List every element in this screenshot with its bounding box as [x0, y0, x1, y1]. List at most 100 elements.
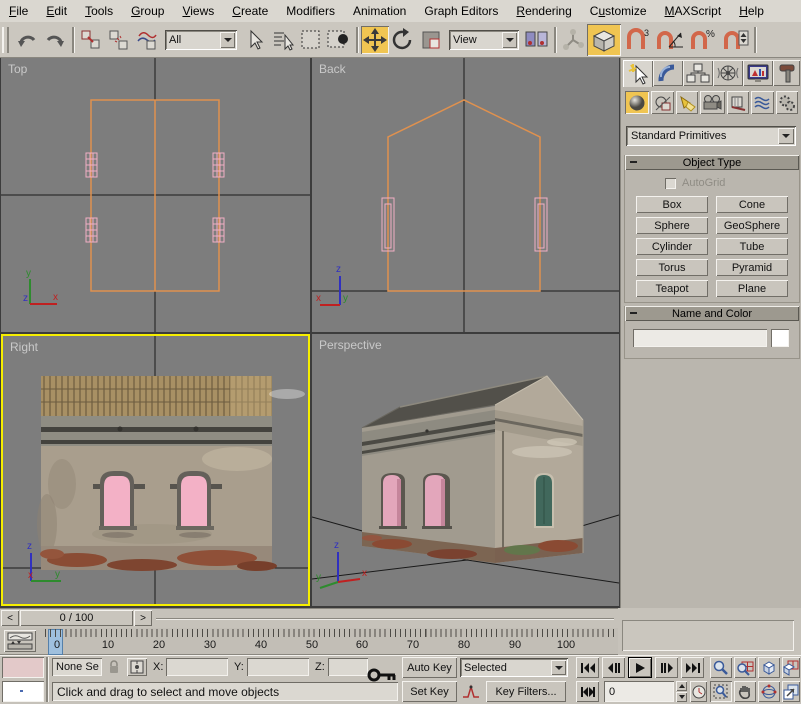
- cylinder-button[interactable]: Cylinder: [636, 238, 708, 255]
- spinner-snap-button[interactable]: [721, 26, 751, 54]
- tab-utilities[interactable]: [773, 60, 800, 86]
- redo-button[interactable]: [41, 26, 69, 54]
- zoom-button[interactable]: [710, 657, 732, 678]
- toolbar-grip[interactable]: [2, 27, 9, 53]
- key-filters-button[interactable]: Key Filters...: [486, 681, 566, 702]
- bind-spacewarp-button[interactable]: [133, 26, 161, 54]
- go-to-end-button[interactable]: [681, 657, 704, 678]
- category-spacewarps[interactable]: [751, 91, 773, 114]
- menu-tools[interactable]: Tools: [76, 1, 122, 22]
- object-color-swatch[interactable]: [771, 329, 789, 347]
- geosphere-button[interactable]: GeoSphere: [716, 217, 788, 234]
- box-button[interactable]: Box: [636, 196, 708, 213]
- dropdown-arrow-button[interactable]: [778, 128, 794, 144]
- menu-graph-editors[interactable]: Graph Editors: [415, 1, 507, 22]
- tab-hierarchy[interactable]: [683, 60, 713, 86]
- category-shapes[interactable]: [651, 91, 673, 114]
- category-lights[interactable]: [676, 91, 698, 114]
- selection-filter-dropdown[interactable]: All: [165, 30, 237, 50]
- set-key-button[interactable]: Set Key: [402, 681, 457, 702]
- track-bar[interactable]: 0 10 20 30 40 50 60 70 80 90 100: [0, 628, 618, 655]
- zoom-all-button[interactable]: [734, 657, 756, 678]
- menu-edit[interactable]: Edit: [37, 1, 76, 22]
- object-type-header[interactable]: Object Type: [625, 155, 799, 170]
- autogrid-checkbox[interactable]: [665, 178, 676, 189]
- x-coord-field[interactable]: [166, 658, 228, 676]
- unlink-button[interactable]: [105, 26, 133, 54]
- tab-display[interactable]: [743, 60, 773, 86]
- menu-rendering[interactable]: Rendering: [507, 1, 580, 22]
- teapot-button[interactable]: Teapot: [636, 280, 708, 297]
- listener-pane[interactable]: [2, 681, 44, 702]
- torus-button[interactable]: Torus: [636, 259, 708, 276]
- min-max-toggle-button[interactable]: [782, 681, 800, 702]
- link-button[interactable]: [77, 26, 105, 54]
- select-rotate-button[interactable]: [389, 26, 417, 54]
- rect-selection-region-button[interactable]: [297, 26, 325, 54]
- use-pivot-center-button[interactable]: [523, 26, 551, 54]
- select-scale-button[interactable]: [417, 26, 445, 54]
- z-coord-field[interactable]: [328, 658, 368, 676]
- time-slider-handle[interactable]: 0 / 100: [20, 610, 133, 626]
- select-move-button[interactable]: [361, 26, 389, 54]
- y-coord-field[interactable]: [247, 658, 309, 676]
- listener-splitter[interactable]: [46, 657, 48, 702]
- reference-coordsys-dropdown[interactable]: View: [449, 30, 519, 50]
- next-frame-button[interactable]: [655, 657, 678, 678]
- menu-group[interactable]: Group: [122, 1, 173, 22]
- select-object-button[interactable]: [241, 26, 269, 54]
- spinner-up-button[interactable]: [676, 681, 687, 691]
- dropdown-arrow-button[interactable]: [551, 660, 566, 675]
- cone-button[interactable]: Cone: [716, 196, 788, 213]
- pyramid-button[interactable]: Pyramid: [716, 259, 788, 276]
- viewport-top[interactable]: y z x Top: [1, 58, 310, 332]
- percent-snap-button[interactable]: %: [687, 26, 721, 54]
- viewport-right-active[interactable]: z x y Right: [1, 334, 310, 606]
- pan-button[interactable]: [734, 681, 756, 702]
- menu-maxscript[interactable]: MAXScript: [656, 1, 731, 22]
- zoom-extents-button[interactable]: [758, 657, 780, 678]
- default-tangent-button[interactable]: [460, 681, 482, 702]
- object-name-field[interactable]: [633, 329, 767, 347]
- tab-motion[interactable]: [713, 60, 743, 86]
- menu-create[interactable]: Create: [223, 1, 277, 22]
- tab-create[interactable]: [623, 60, 653, 87]
- dropdown-arrow-button[interactable]: [220, 32, 235, 48]
- name-color-header[interactable]: Name and Color: [625, 306, 799, 321]
- undo-button[interactable]: [13, 26, 41, 54]
- snaps-toggle-button[interactable]: [587, 24, 621, 56]
- go-to-start-button[interactable]: [576, 657, 599, 678]
- angle-snap-button[interactable]: [653, 26, 687, 54]
- time-step-forward-button[interactable]: >: [134, 610, 152, 626]
- key-mode-toggle-button[interactable]: [576, 681, 599, 702]
- play-button[interactable]: [628, 657, 652, 678]
- time-slider-track[interactable]: < 0 / 100 >: [0, 608, 618, 628]
- viewport-perspective[interactable]: z y x Perspective: [312, 334, 619, 606]
- previous-frame-button[interactable]: [602, 657, 625, 678]
- time-config-button[interactable]: [690, 681, 707, 702]
- auto-key-button[interactable]: Auto Key: [402, 657, 457, 678]
- selection-lock-button[interactable]: [106, 658, 122, 676]
- select-by-name-button[interactable]: [269, 26, 297, 54]
- sphere-button[interactable]: Sphere: [636, 217, 708, 234]
- spinner-down-button[interactable]: [676, 692, 687, 702]
- macro-recorder-pane[interactable]: [2, 657, 44, 678]
- category-systems[interactable]: [776, 91, 798, 114]
- select-manipulate-button[interactable]: [559, 26, 587, 54]
- arc-rotate-button[interactable]: [758, 681, 780, 702]
- category-helpers[interactable]: [727, 91, 749, 114]
- category-cameras[interactable]: [700, 91, 724, 114]
- menu-modifiers[interactable]: Modifiers: [277, 1, 344, 22]
- absolute-offset-toggle[interactable]: [127, 658, 147, 676]
- menu-animation[interactable]: Animation: [344, 1, 415, 22]
- current-frame-field[interactable]: 0: [604, 681, 674, 702]
- region-zoom-button[interactable]: [710, 681, 732, 702]
- menu-customize[interactable]: Customize: [581, 1, 656, 22]
- frame-spinner[interactable]: [676, 681, 687, 702]
- dropdown-arrow-button[interactable]: [502, 32, 517, 48]
- zoom-extents-all-button[interactable]: [782, 657, 800, 678]
- snap-3d-button[interactable]: 3: [621, 26, 653, 54]
- menu-views[interactable]: Views: [173, 1, 223, 22]
- menu-help[interactable]: Help: [730, 1, 773, 22]
- primitives-dropdown[interactable]: Standard Primitives: [626, 126, 796, 146]
